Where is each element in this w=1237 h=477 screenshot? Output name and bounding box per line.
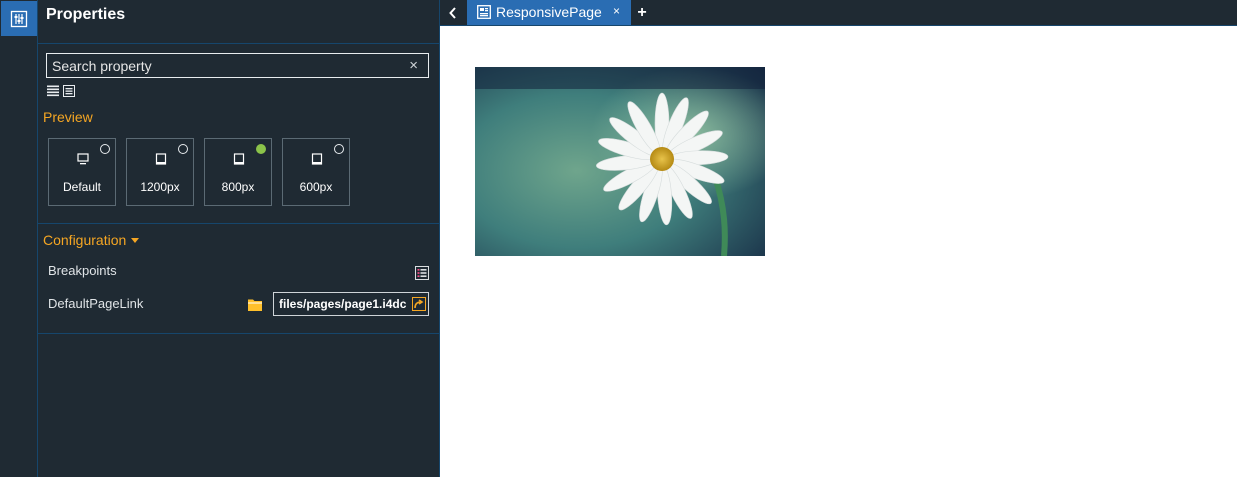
divider <box>38 43 439 44</box>
preview-option-label: 600px <box>299 180 333 194</box>
configuration-toggle[interactable]: Configuration <box>43 232 140 248</box>
page-canvas <box>445 26 1237 477</box>
left-rail <box>0 0 38 477</box>
tablet-icon <box>233 153 245 165</box>
breakpoints-list-icon[interactable] <box>415 266 429 280</box>
preview-1200px-radio[interactable] <box>178 144 188 154</box>
folder-icon[interactable] <box>248 298 262 311</box>
properties-icon <box>10 10 28 27</box>
tab-label: ResponsivePage <box>496 4 602 20</box>
preview-1200px[interactable]: 1200px <box>126 138 194 206</box>
preview-600px-radio[interactable] <box>334 144 344 154</box>
chevron-left-icon <box>448 6 456 19</box>
close-icon[interactable]: × <box>613 4 620 18</box>
preview-800px-radio[interactable] <box>256 144 266 154</box>
preview-800px[interactable]: 800px <box>204 138 272 206</box>
panel-title: Properties <box>46 6 126 23</box>
search-box: × <box>46 53 429 78</box>
default-page-link-field[interactable]: files/pages/page1.i4dc <box>273 292 429 316</box>
list-view-icon[interactable] <box>47 84 59 97</box>
default-page-link-value: files/pages/page1.i4dc <box>279 297 407 311</box>
tab-responsive-page[interactable]: ResponsivePage × <box>467 0 631 25</box>
divider <box>38 223 439 224</box>
page-icon <box>477 5 491 19</box>
tab-back-button[interactable] <box>440 0 465 25</box>
preview-option-label: Default <box>62 180 102 194</box>
tablet-icon <box>155 153 167 165</box>
tablet-icon <box>311 153 323 165</box>
caret-down-icon <box>131 237 140 243</box>
properties-panel: Properties × Preview <box>38 0 440 477</box>
add-tab-button[interactable]: + <box>632 0 652 25</box>
clear-search-icon[interactable]: × <box>409 57 418 74</box>
preview-default[interactable]: Default <box>48 138 116 206</box>
configuration-label: Configuration <box>43 232 127 248</box>
editor-tabbar: ResponsivePage × + <box>440 0 1237 26</box>
search-input[interactable] <box>52 56 392 75</box>
daisy-image[interactable] <box>475 67 765 256</box>
breakpoints-label: Breakpoints <box>48 263 117 278</box>
default-page-link-label: DefaultPageLink <box>48 296 144 311</box>
divider <box>38 333 439 334</box>
preview-option-label: 1200px <box>140 180 180 194</box>
open-link-icon[interactable] <box>412 297 426 311</box>
properties-rail-button[interactable] <box>1 1 37 36</box>
view-toggle <box>47 84 75 97</box>
preview-label: Preview <box>43 109 93 125</box>
preview-option-label: 800px <box>221 180 255 194</box>
preview-options: Default 1200px 800px 600px <box>48 138 350 206</box>
monitor-icon <box>77 153 89 165</box>
preview-default-radio[interactable] <box>100 144 110 154</box>
detail-view-icon[interactable] <box>63 84 75 97</box>
preview-600px[interactable]: 600px <box>282 138 350 206</box>
